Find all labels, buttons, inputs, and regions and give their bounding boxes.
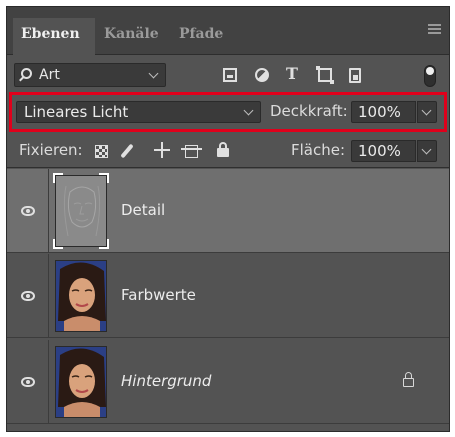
lock-label: Fixieren: <box>19 141 83 159</box>
selection-corner <box>53 239 63 249</box>
eye-icon[interactable] <box>21 377 35 387</box>
lock-row: Fixieren: Fläche: 100% <box>7 134 449 168</box>
filter-kind-label: Art <box>39 67 60 83</box>
eye-icon[interactable] <box>21 206 35 216</box>
type-layer-filter-icon[interactable]: T <box>286 64 298 83</box>
lock-transparent-pixels-icon[interactable] <box>95 145 108 158</box>
chevron-down-icon <box>421 105 432 116</box>
layer-thumbnail-detail <box>55 175 107 247</box>
layer-thumbnail-hintergrund <box>55 346 107 418</box>
blend-mode-select[interactable]: Lineares Licht <box>16 101 261 123</box>
layers-list: Detail Farbwerte Hintergrund <box>7 169 449 431</box>
blend-mode-value: Lineares Licht <box>24 103 129 121</box>
layer-filter-row: Art T <box>7 56 449 92</box>
opacity-input[interactable]: 100% <box>351 101 416 123</box>
screenshot-frame: Ebenen Kanäle Pfade Art T Lineares Licht… <box>0 0 455 437</box>
opacity-value: 100% <box>358 103 401 121</box>
chevron-down-icon <box>243 105 254 116</box>
smart-object-filter-icon[interactable] <box>349 68 361 83</box>
layer-row-detail[interactable]: Detail <box>7 169 449 253</box>
selection-corner <box>99 173 109 183</box>
eye-icon[interactable] <box>21 291 35 301</box>
filter-kind-select[interactable]: Art <box>14 63 166 87</box>
shape-layer-filter-icon[interactable] <box>316 66 334 84</box>
fill-dropdown-button[interactable] <box>417 140 437 162</box>
fill-input[interactable]: 100% <box>351 140 416 162</box>
fill-label: Fläche: <box>291 141 346 159</box>
visibility-cell[interactable] <box>7 340 49 424</box>
layer-name-farbwerte[interactable]: Farbwerte <box>121 286 196 304</box>
filter-toggle-switch[interactable] <box>424 65 436 87</box>
chevron-down-icon <box>148 68 159 79</box>
layer-row-farbwerte[interactable]: Farbwerte <box>7 254 449 338</box>
panel-menu-icon[interactable] <box>428 24 441 34</box>
lock-icon <box>403 372 414 387</box>
fill-value: 100% <box>358 142 401 160</box>
tab-pfade[interactable]: Pfade <box>171 18 229 55</box>
lock-position-icon[interactable] <box>154 142 170 158</box>
chevron-down-icon <box>421 144 432 155</box>
lock-image-pixels-icon[interactable] <box>120 143 134 159</box>
blend-mode-row: Lineares Licht Deckkraft: 100% <box>7 92 449 132</box>
layer-thumbnail-farbwerte <box>55 260 107 332</box>
layers-panel: Ebenen Kanäle Pfade Art T Lineares Licht… <box>6 6 450 432</box>
adjustment-layer-filter-icon[interactable] <box>255 68 269 82</box>
selection-corner <box>53 173 63 183</box>
selection-corner <box>99 239 109 249</box>
opacity-label: Deckkraft: <box>270 102 348 120</box>
tab-kanaele[interactable]: Kanäle <box>96 18 168 55</box>
visibility-cell[interactable] <box>7 254 49 338</box>
search-icon <box>21 68 32 79</box>
visibility-cell[interactable] <box>7 169 49 253</box>
lock-all-icon[interactable] <box>217 142 229 157</box>
panel-tab-bar: Ebenen Kanäle Pfade <box>7 7 449 55</box>
opacity-dropdown-button[interactable] <box>417 101 437 123</box>
layer-name-hintergrund[interactable]: Hintergrund <box>121 372 211 390</box>
lock-artboard-icon[interactable] <box>181 145 202 158</box>
pixel-layer-filter-icon[interactable] <box>223 68 237 82</box>
layer-name-detail[interactable]: Detail <box>121 201 165 219</box>
tab-ebenen[interactable]: Ebenen <box>13 18 95 55</box>
layer-row-hintergrund[interactable]: Hintergrund <box>7 340 449 424</box>
